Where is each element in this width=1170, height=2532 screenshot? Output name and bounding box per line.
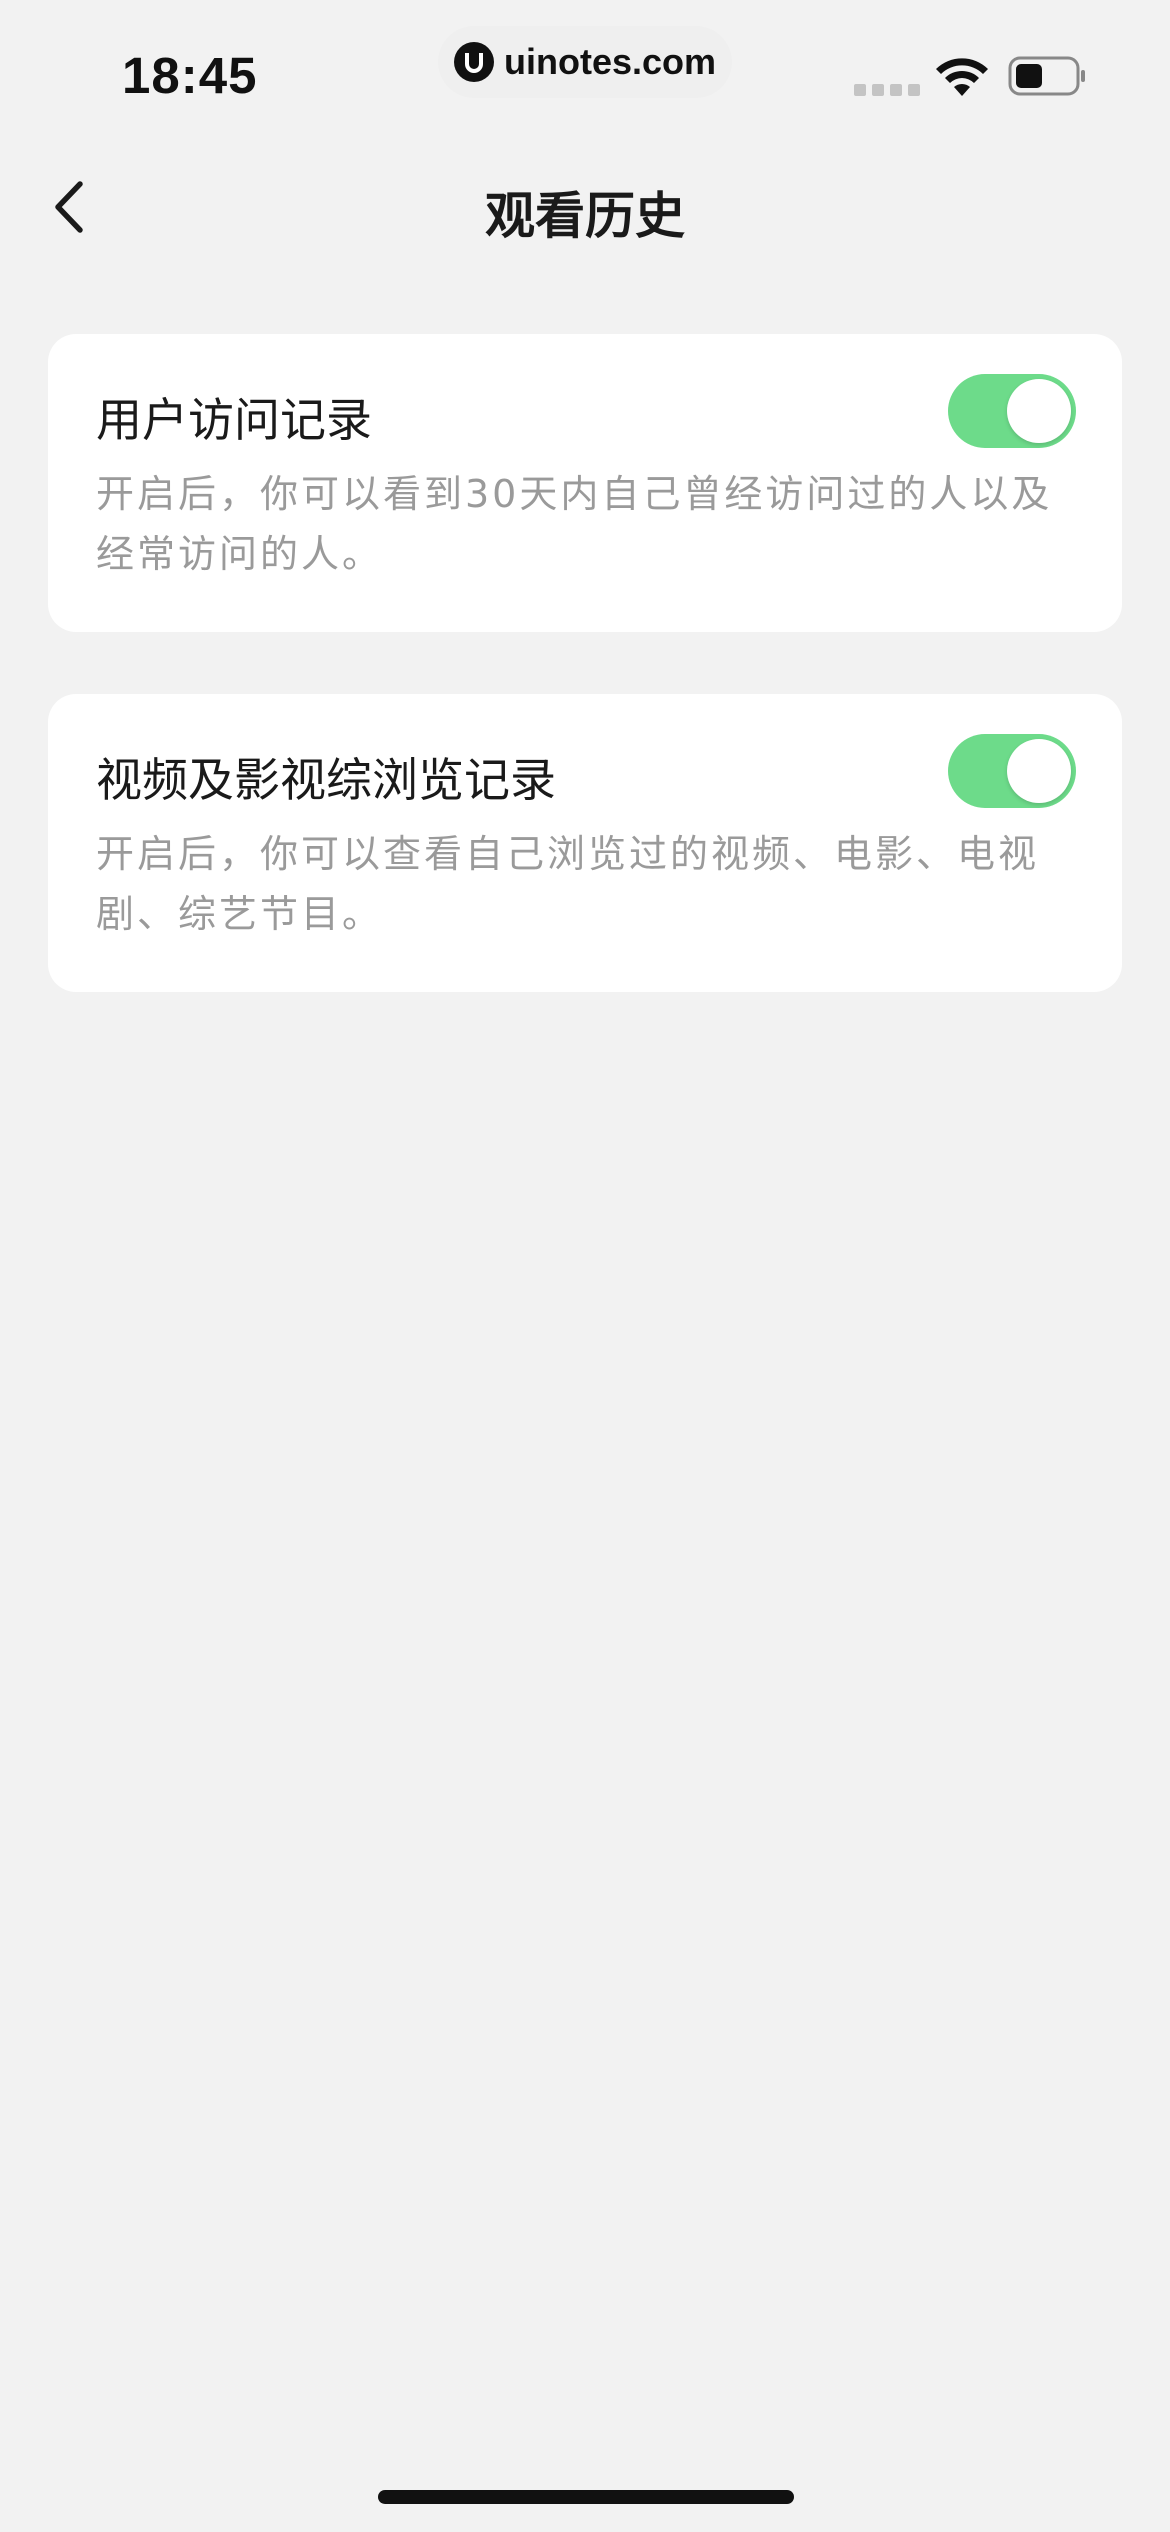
toggle-knob	[1007, 379, 1071, 443]
setting-card-video-history: 视频及影视综浏览记录 开启后，你可以查看自己浏览过的视频、电影、电视剧、综艺节目…	[48, 694, 1122, 992]
setting-title: 用户访问记录	[96, 393, 372, 447]
setting-description: 开启后，你可以查看自己浏览过的视频、电影、电视剧、综艺节目。	[96, 832, 1040, 936]
status-bar: 18:45 uinotes.com	[0, 0, 1170, 140]
page: 18:45 uinotes.com 观看历史 用户访问记录 开启后，你可以看到3…	[0, 0, 1170, 2532]
setting-card-user-visits: 用户访问记录 开启后，你可以看到30天内自己曾经访问过的人以及经常访问的人。	[48, 334, 1122, 632]
video-history-toggle[interactable]	[948, 734, 1076, 808]
home-indicator[interactable]	[378, 2490, 794, 2504]
uinotes-logo-icon	[454, 42, 494, 82]
user-visits-toggle[interactable]	[948, 374, 1076, 448]
setting-title: 视频及影视综浏览记录	[96, 753, 556, 807]
status-time: 18:45	[122, 47, 258, 104]
page-title: 观看历史	[485, 187, 685, 245]
cellular-signal-icon	[854, 84, 920, 96]
wifi-icon	[934, 56, 990, 102]
url-badge: uinotes.com	[438, 26, 732, 98]
navigation-bar: 观看历史	[0, 160, 1170, 254]
battery-icon	[1008, 56, 1088, 96]
setting-description: 开启后，你可以看到30天内自己曾经访问过的人以及经常访问的人。	[96, 472, 1053, 576]
url-text: uinotes.com	[504, 41, 717, 82]
toggle-knob	[1007, 739, 1071, 803]
